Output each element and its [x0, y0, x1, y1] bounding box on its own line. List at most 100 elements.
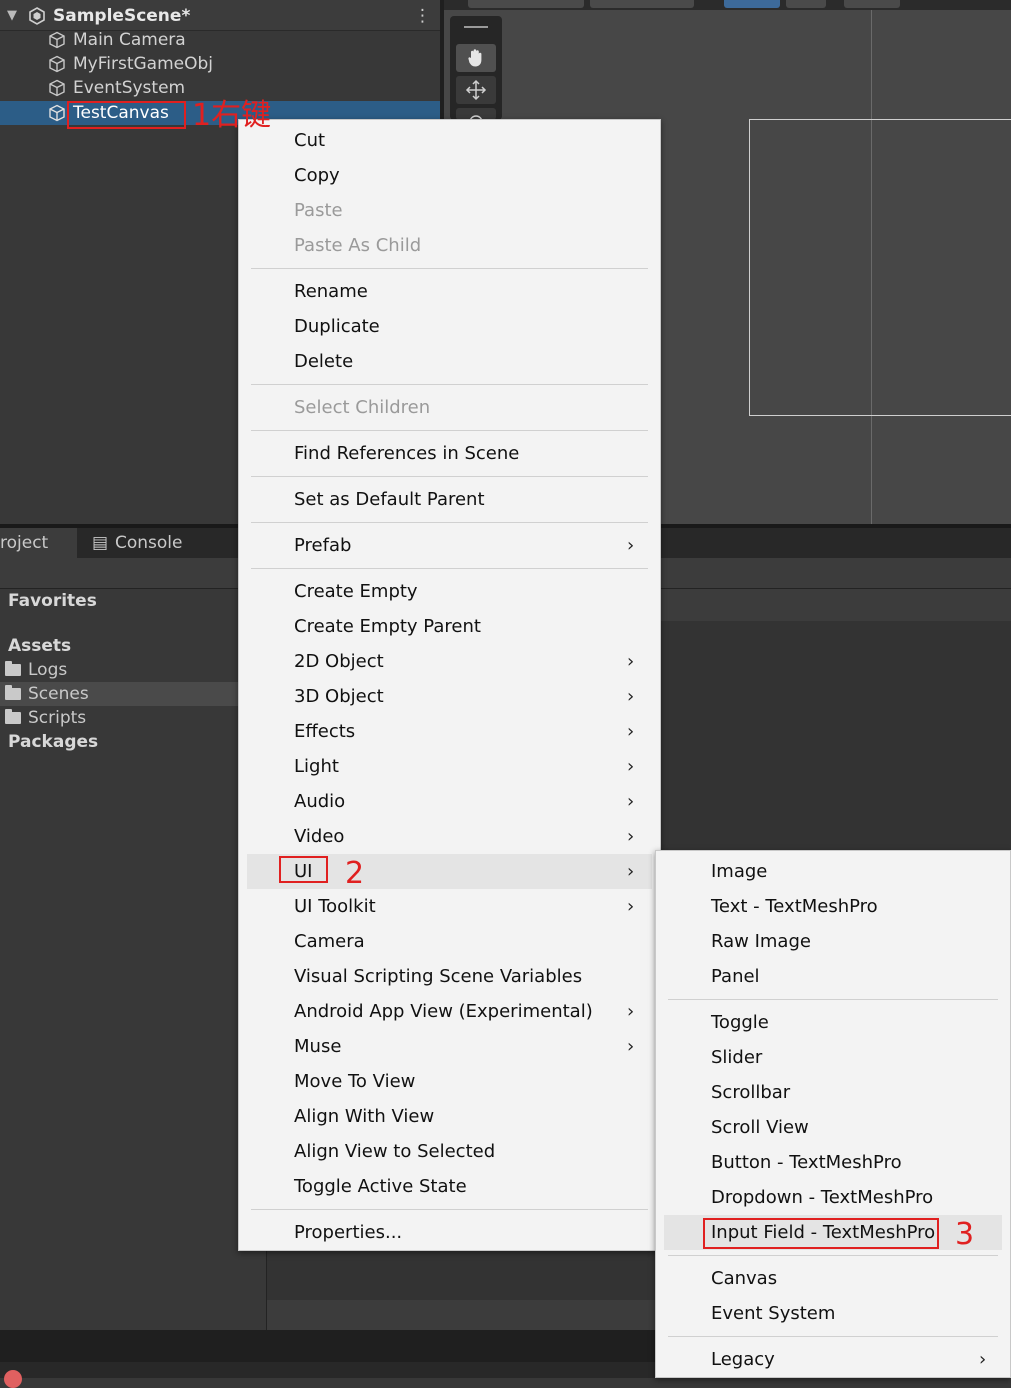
tree-item-label: Packages [8, 732, 99, 752]
menu-item-prefab[interactable]: Prefab › [239, 528, 660, 563]
hierarchy-item-eventsystem[interactable]: EventSystem [0, 76, 440, 100]
menu-separator [251, 568, 648, 569]
submenu-item-legacy[interactable]: Legacy › [656, 1342, 1010, 1377]
chevron-right-icon: › [627, 1036, 635, 1057]
annotation-step2-label: 2 [345, 856, 365, 891]
menu-item-visual-scripting-variables[interactable]: Visual Scripting Scene Variables [239, 959, 660, 994]
move-tool-button[interactable] [456, 76, 496, 104]
menu-item-align-view-to-selected[interactable]: Align View to Selected [239, 1134, 660, 1169]
chevron-right-icon: › [627, 861, 635, 882]
hierarchy-item-main-camera[interactable]: Main Camera [0, 28, 440, 52]
toolbar-button-local[interactable] [590, 0, 694, 8]
menu-item-audio[interactable]: Audio › [239, 784, 660, 819]
chevron-right-icon: › [627, 686, 635, 707]
tools-overlay [450, 16, 502, 120]
hand-icon [468, 49, 482, 67]
tree-item-scenes[interactable]: Scenes [0, 682, 266, 706]
chevron-right-icon: › [627, 651, 635, 672]
menu-item-set-default-parent[interactable]: Set as Default Parent [239, 482, 660, 517]
menu-separator [251, 476, 648, 477]
menu-item-paste[interactable]: Paste [239, 193, 660, 228]
annotation-box-input-field [703, 1218, 939, 1249]
menu-item-copy[interactable]: Copy [239, 158, 660, 193]
chevron-right-icon: › [627, 826, 635, 847]
menu-item-move-to-view[interactable]: Move To View [239, 1064, 660, 1099]
expand-triangle-icon[interactable]: ▼ [7, 4, 17, 28]
annotation-step1-label: 1右键 [192, 98, 272, 133]
submenu-item-text-textmeshpro[interactable]: Text - TextMeshPro [656, 889, 1010, 924]
toolbar-button-center[interactable] [468, 0, 584, 8]
menu-item-paste-as-child[interactable]: Paste As Child [239, 228, 660, 263]
unity-scene-icon [29, 7, 45, 25]
kebab-menu-icon[interactable]: ⋮ [414, 4, 431, 28]
submenu-item-raw-image[interactable]: Raw Image [656, 924, 1010, 959]
hand-tool-button[interactable] [456, 44, 496, 72]
menu-item-create-empty-parent[interactable]: Create Empty Parent [239, 609, 660, 644]
toolbar-button-snap[interactable] [786, 0, 826, 8]
tab-project[interactable]: roject [0, 528, 77, 558]
menu-item-3d-object[interactable]: 3D Object › [239, 679, 660, 714]
tree-item-favorites[interactable]: Favorites [0, 589, 266, 613]
scene-name: SampleScene* [53, 6, 191, 26]
chevron-right-icon: › [627, 791, 635, 812]
toolbar-button-grid[interactable] [724, 0, 780, 8]
menu-item-ui-toolkit[interactable]: UI Toolkit › [239, 889, 660, 924]
tree-item-scripts[interactable]: Scripts [0, 706, 266, 730]
tab-label: roject [0, 533, 49, 553]
submenu-item-scroll-view[interactable]: Scroll View [656, 1110, 1010, 1145]
submenu-item-panel[interactable]: Panel [656, 959, 1010, 994]
submenu-item-image[interactable]: Image [656, 854, 1010, 889]
scene-toolbar [444, 0, 1011, 10]
tree-item-logs[interactable]: Logs [0, 658, 266, 682]
toolbar-button-increment[interactable] [844, 0, 900, 8]
tree-item-label: Scripts [28, 708, 87, 728]
tab-label: Console [115, 533, 183, 553]
menu-item-properties[interactable]: Properties... [239, 1215, 660, 1250]
submenu-item-toggle[interactable]: Toggle [656, 1005, 1010, 1040]
chevron-right-icon: › [627, 721, 635, 742]
menu-separator [251, 430, 648, 431]
ui-submenu: Image Text - TextMeshPro Raw Image Panel… [655, 850, 1011, 1378]
menu-item-select-children[interactable]: Select Children [239, 390, 660, 425]
project-folder-tree: Favorites Assets Logs Scenes Scripts Pac… [0, 589, 267, 1330]
menu-item-cut[interactable]: Cut [239, 123, 660, 158]
gameobject-cube-icon [49, 104, 65, 122]
tree-item-assets[interactable]: Assets [0, 634, 266, 658]
tree-item-label: Scenes [28, 684, 89, 704]
tree-item-label: Logs [28, 660, 68, 680]
menu-item-light[interactable]: Light › [239, 749, 660, 784]
menu-item-find-references[interactable]: Find References in Scene [239, 436, 660, 471]
menu-item-2d-object[interactable]: 2D Object › [239, 644, 660, 679]
drag-handle-icon[interactable] [464, 26, 488, 28]
error-status-icon[interactable] [4, 1370, 22, 1388]
submenu-item-event-system[interactable]: Event System [656, 1296, 1010, 1331]
submenu-item-scrollbar[interactable]: Scrollbar [656, 1075, 1010, 1110]
menu-item-video[interactable]: Video › [239, 819, 660, 854]
menu-item-effects[interactable]: Effects › [239, 714, 660, 749]
menu-item-delete[interactable]: Delete [239, 344, 660, 379]
submenu-item-slider[interactable]: Slider [656, 1040, 1010, 1075]
submenu-item-dropdown-textmeshpro[interactable]: Dropdown - TextMeshPro [656, 1180, 1010, 1215]
menu-separator [668, 1336, 998, 1337]
tab-console[interactable]: ▤ Console [80, 528, 240, 558]
hierarchy-item-label: EventSystem [73, 78, 186, 98]
menu-separator [668, 999, 998, 1000]
hierarchy-scene-row[interactable]: ▼ SampleScene* ⋮ [0, 4, 440, 28]
submenu-item-button-textmeshpro[interactable]: Button - TextMeshPro [656, 1145, 1010, 1180]
menu-item-duplicate[interactable]: Duplicate [239, 309, 660, 344]
submenu-item-canvas[interactable]: Canvas [656, 1261, 1010, 1296]
menu-item-rename[interactable]: Rename [239, 274, 660, 309]
menu-item-android-app-view[interactable]: Android App View (Experimental) › [239, 994, 660, 1029]
menu-item-toggle-active-state[interactable]: Toggle Active State [239, 1169, 660, 1204]
canvas-bounds-rect [749, 119, 1011, 416]
menu-item-create-empty[interactable]: Create Empty [239, 574, 660, 609]
folder-icon [5, 661, 21, 676]
hierarchy-item-myfirstgameobj[interactable]: MyFirstGameObj [0, 52, 440, 76]
menu-item-align-with-view[interactable]: Align With View [239, 1099, 660, 1134]
menu-item-camera[interactable]: Camera [239, 924, 660, 959]
annotation-box-testcanvas [67, 101, 186, 129]
tree-item-packages[interactable]: Packages [0, 730, 266, 754]
menu-item-muse[interactable]: Muse › [239, 1029, 660, 1064]
gameobject-cube-icon [49, 55, 65, 73]
gameobject-cube-icon [49, 79, 65, 97]
